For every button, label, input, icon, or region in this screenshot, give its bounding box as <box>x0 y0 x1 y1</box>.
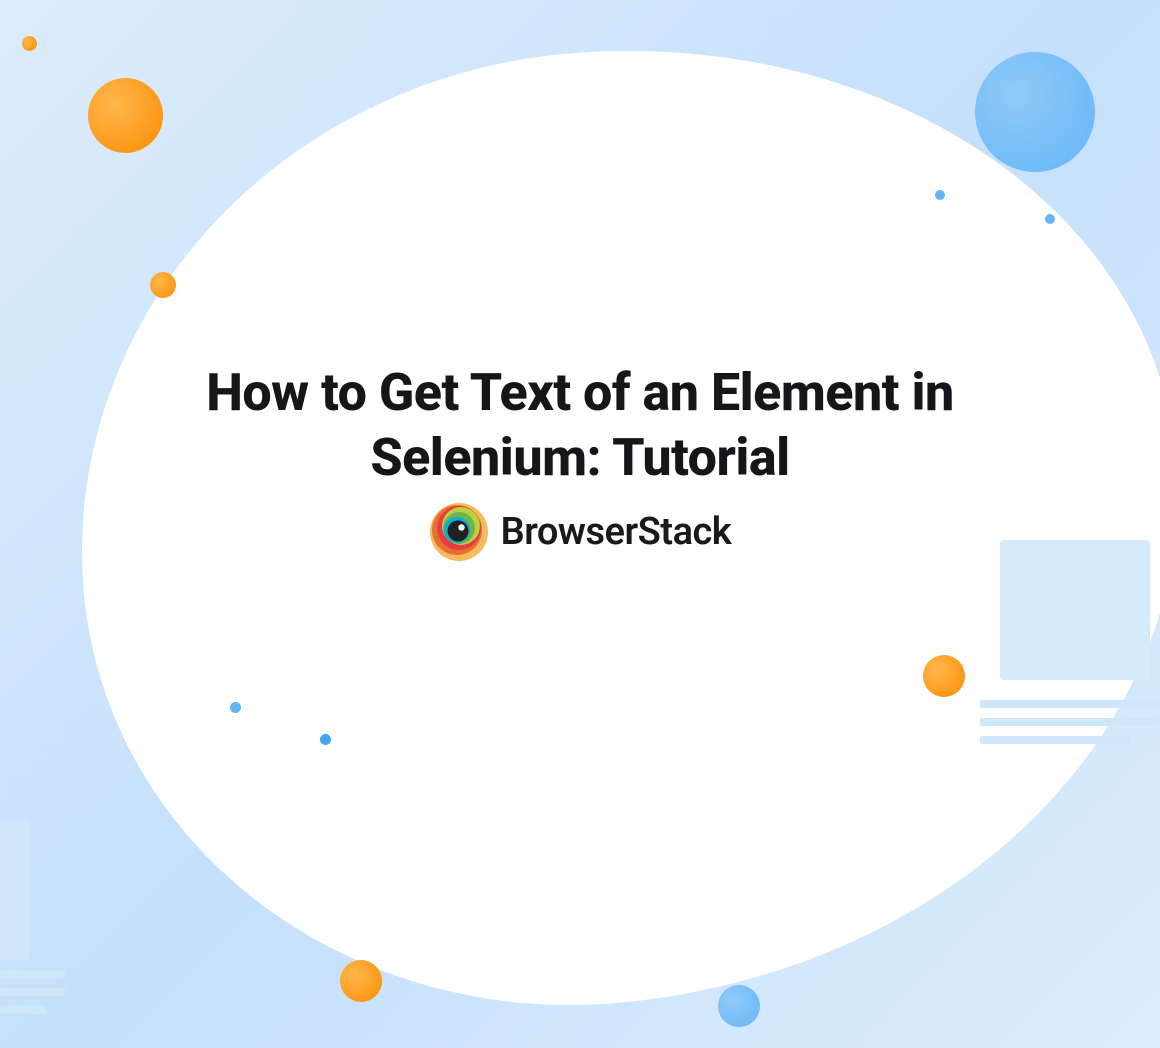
decorative-circle-blue <box>718 985 760 1027</box>
decorative-circle-blue <box>975 52 1095 172</box>
decorative-dot <box>230 702 241 713</box>
decorative-shape <box>1000 540 1160 754</box>
decorative-dot <box>22 36 37 51</box>
decorative-dot <box>1045 214 1055 224</box>
decorative-dot <box>150 272 176 298</box>
decorative-circle-orange <box>923 655 965 697</box>
brand-logo: BrowserStack <box>0 502 1160 562</box>
decorative-dot <box>320 734 331 745</box>
decorative-shape <box>0 820 30 960</box>
page-title: How to Get Text of an Element in Seleniu… <box>155 360 1005 490</box>
main-content: How to Get Text of an Element in Seleniu… <box>0 360 1160 562</box>
decorative-dot <box>935 190 945 200</box>
decorative-circle-orange <box>340 960 382 1002</box>
decorative-shape <box>0 970 65 1024</box>
brand-name: BrowserStack <box>501 510 732 554</box>
decorative-circle-orange <box>88 78 163 153</box>
browserstack-logo-icon <box>429 502 489 562</box>
